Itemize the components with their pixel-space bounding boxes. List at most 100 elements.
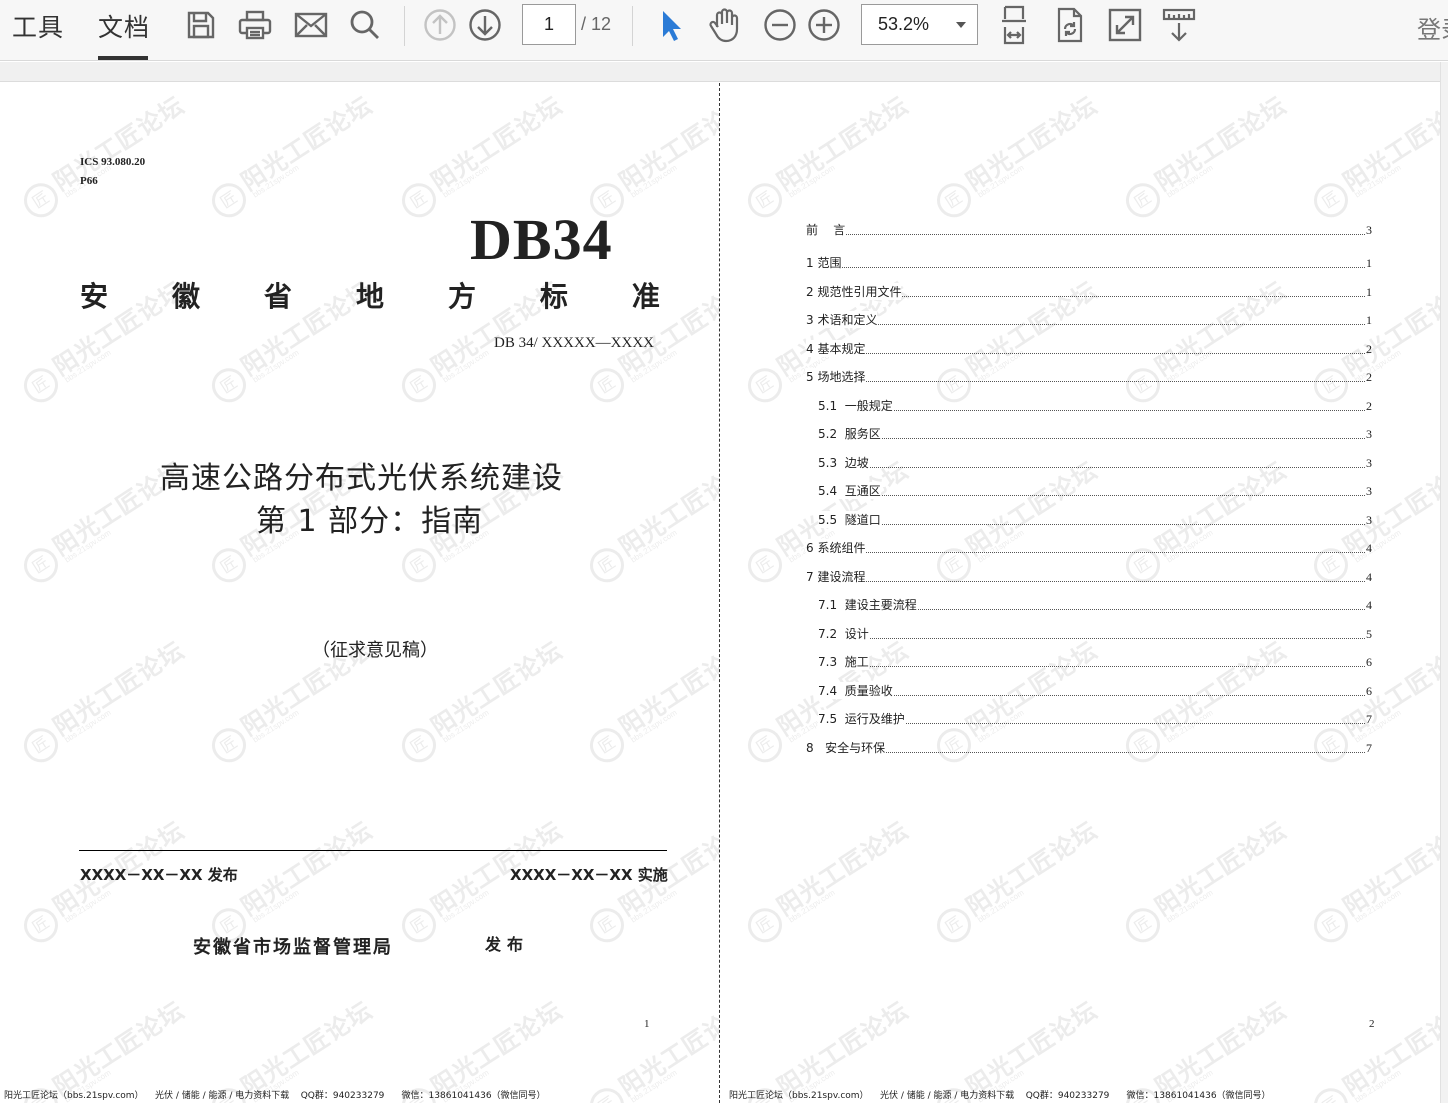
- watermark-site: bbs.21spv.com: [629, 527, 679, 565]
- toc-entry[interactable]: 7.3 施工 6: [818, 653, 1372, 670]
- toc-entry[interactable]: 7 建设流程 4: [806, 568, 1372, 585]
- watermark: 匠阳光工匠论坛bbs.21spv.com: [726, 816, 913, 956]
- sign-in-link[interactable]: 登录: [1417, 10, 1448, 45]
- toc-entry[interactable]: 6 系统组件 4: [806, 539, 1372, 556]
- toc-entry[interactable]: 前 言 3: [806, 221, 1372, 238]
- page-down-icon[interactable]: [465, 5, 505, 45]
- page-up-icon[interactable]: [420, 5, 460, 45]
- toc-entry[interactable]: 1 范围 1: [806, 254, 1372, 271]
- toc-entry[interactable]: 8 安全与环保 7: [806, 739, 1372, 756]
- document-viewer[interactable]: 匠阳光工匠论坛 bbs.21spv.com 匠阳光工匠论坛 bbs.21spv.com…: [0, 62, 1448, 1103]
- toc-entry[interactable]: 4 基本规定 2: [806, 340, 1372, 357]
- watermark-site: bbs.21spv.com: [1165, 887, 1215, 925]
- toc-entry-page: 3: [1366, 223, 1372, 237]
- toc-entry-page: 4: [1366, 570, 1372, 584]
- toc-entry[interactable]: 7.5 运行及维护 7: [818, 710, 1372, 727]
- watermark-seal-icon: 匠: [741, 541, 789, 589]
- watermark-seal-icon: 匠: [741, 721, 789, 769]
- tab-document[interactable]: 文档: [98, 8, 150, 44]
- toc-entry[interactable]: 5.4 互通区 3: [818, 482, 1372, 499]
- watermark-text: 阳光工匠论坛: [1150, 996, 1292, 1102]
- toc-leader-dots: [866, 581, 1365, 582]
- watermark-seal-icon: 匠: [395, 541, 443, 589]
- full-screen-icon[interactable]: [1105, 5, 1145, 45]
- toc-entry-page: 6: [1366, 684, 1372, 698]
- watermark-seal-icon: 匠: [17, 361, 65, 409]
- select-pointer-icon[interactable]: [651, 5, 691, 45]
- watermark-seal-icon: 匠: [205, 176, 253, 224]
- toc-entry[interactable]: 3 术语和定义 1: [806, 311, 1372, 328]
- document-title-line-1: 高速公路分布式光伏系统建设: [160, 461, 563, 496]
- watermark-site: bbs.21spv.com: [1353, 1067, 1403, 1103]
- toc-leader-dots: [881, 524, 1365, 525]
- watermark-text: 阳光工匠论坛: [1150, 91, 1292, 197]
- rotate-view-icon[interactable]: [1050, 5, 1090, 45]
- hand-tool-icon[interactable]: [705, 5, 745, 45]
- toc-entry[interactable]: 5.5 隧道口 3: [818, 511, 1372, 528]
- toc-entry-page: 1: [1366, 256, 1372, 270]
- watermark-text: 阳光工匠论坛: [772, 91, 914, 197]
- toc-entry[interactable]: 5.2 服务区 3: [818, 425, 1372, 442]
- watermark-seal-icon: 匠: [17, 901, 65, 949]
- watermark-seal-icon: 匠: [395, 361, 443, 409]
- page-number-input[interactable]: [522, 4, 576, 45]
- standard-category: 安 徽 省 地 方 标 准: [80, 275, 660, 315]
- watermark-seal-icon: 匠: [205, 541, 253, 589]
- watermark-site: bbs.21spv.com: [251, 707, 301, 745]
- toolbar: 工具 文档 / 12 53.2%: [0, 0, 1448, 61]
- category-char: 徽: [171, 280, 200, 313]
- toc-entry-label: 7.2 设计: [818, 625, 869, 642]
- watermark-site: bbs.21spv.com: [63, 707, 113, 745]
- toc-leader-dots: [869, 467, 1365, 468]
- issuing-authority: 安徽省市场监督管理局: [193, 937, 393, 958]
- toc-leader-dots: [866, 353, 1365, 354]
- toc-entry[interactable]: 5.1 一般规定 2: [818, 397, 1372, 414]
- toc-entry[interactable]: 7.2 设计 5: [818, 625, 1372, 642]
- save-icon[interactable]: [181, 5, 221, 45]
- watermark-text: 阳光工匠论坛: [426, 91, 568, 197]
- email-icon[interactable]: [291, 5, 331, 45]
- watermark-text: 阳光工匠论坛: [426, 636, 568, 742]
- watermark-site: bbs.21spv.com: [787, 887, 837, 925]
- toc-entry[interactable]: 5 场地选择 2: [806, 368, 1372, 385]
- watermark-seal-icon: 匠: [395, 901, 443, 949]
- toc-entry-label: 5.1 一般规定: [818, 397, 893, 414]
- zoom-dropdown[interactable]: 53.2%: [861, 4, 978, 45]
- toc-entry[interactable]: 7.1 建设主要流程 4: [818, 596, 1372, 613]
- watermark-site: bbs.21spv.com: [1353, 162, 1403, 200]
- watermark-text: 阳光工匠论坛: [1338, 816, 1440, 922]
- vertical-scrollbar[interactable]: [1440, 62, 1448, 1103]
- toc-leader-dots: [917, 609, 1365, 610]
- watermark-seal-icon: 匠: [583, 541, 631, 589]
- tab-tools[interactable]: 工具: [12, 8, 64, 44]
- chevron-down-icon: [956, 22, 966, 28]
- zoom-out-icon[interactable]: [760, 5, 800, 45]
- watermark-seal-icon: 匠: [17, 176, 65, 224]
- classification-code: P66: [80, 175, 98, 187]
- toc-entry[interactable]: 5.3 边坡 3: [818, 454, 1372, 471]
- toc-entry-label: 5.5 隧道口: [818, 511, 881, 528]
- fit-page-icon[interactable]: [994, 5, 1034, 45]
- toc-entry[interactable]: 7.4 质量验收 6: [818, 682, 1372, 699]
- toc-leader-dots: [846, 234, 1365, 235]
- print-icon[interactable]: [235, 5, 275, 45]
- watermark-seal-icon: 匠: [741, 176, 789, 224]
- watermark-site: bbs.21spv.com: [787, 162, 837, 200]
- watermark: 匠阳光工匠论坛bbs.21spv.com: [568, 636, 719, 776]
- watermark-seal-icon: 匠: [1307, 901, 1355, 949]
- category-char: 准: [631, 280, 660, 313]
- footer-divider: [79, 850, 667, 851]
- search-icon[interactable]: [345, 5, 385, 45]
- watermark-site: bbs.21spv.com: [251, 887, 301, 925]
- watermark-text: 阳光工匠论坛: [48, 996, 190, 1102]
- zoom-in-icon[interactable]: [804, 5, 844, 45]
- toc-entry[interactable]: 2 规范性引用文件 1: [806, 283, 1372, 300]
- toc-entry-page: 7: [1366, 741, 1372, 755]
- watermark: 匠阳光工匠论坛bbs.21spv.com: [190, 91, 377, 231]
- watermark-seal-icon: 匠: [205, 721, 253, 769]
- watermark-text: 阳光工匠论坛: [772, 816, 914, 922]
- toc-leader-dots: [886, 752, 1365, 753]
- watermark-seal-icon: 匠: [17, 721, 65, 769]
- scroll-mode-icon[interactable]: [1159, 5, 1199, 45]
- watermark-site: bbs.21spv.com: [629, 707, 679, 745]
